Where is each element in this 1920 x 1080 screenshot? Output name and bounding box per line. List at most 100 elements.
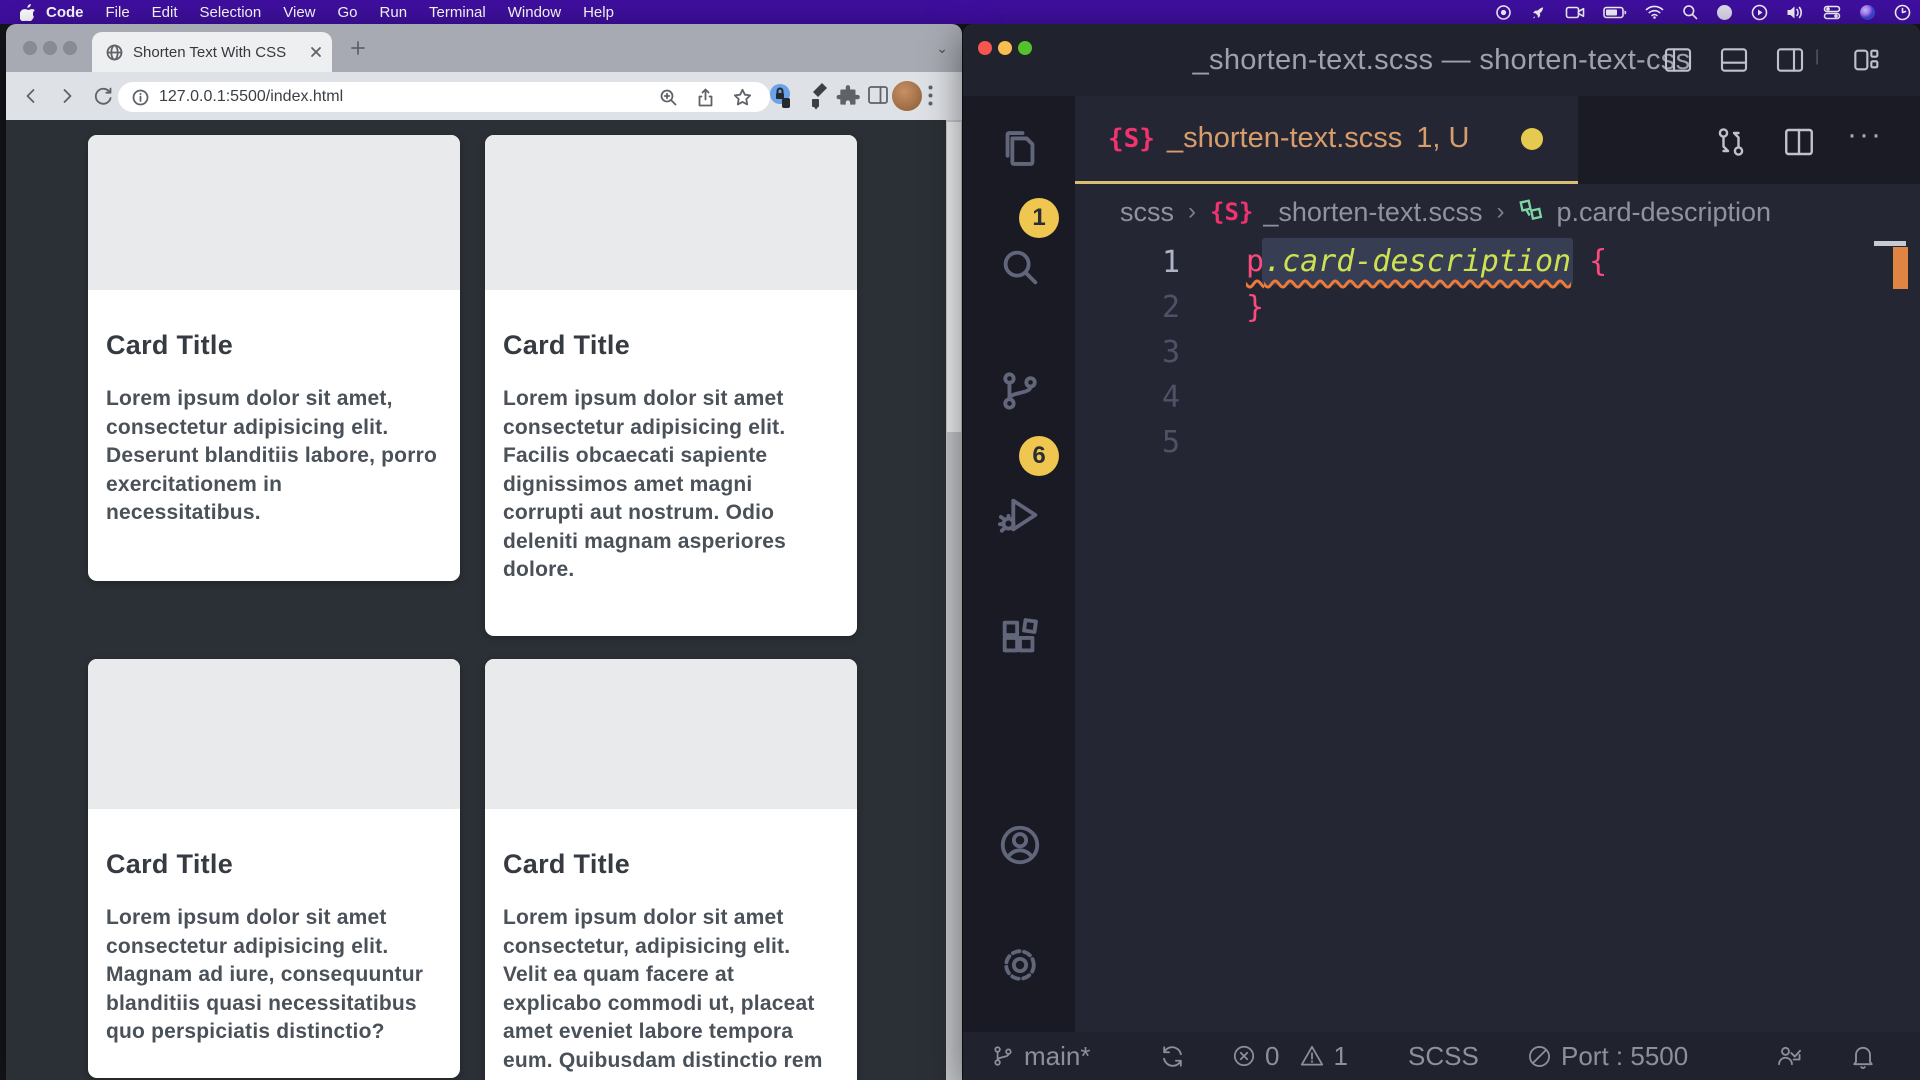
- avatar[interactable]: [892, 81, 922, 111]
- card-4: Card Title Lorem ipsum dolor sit amet co…: [485, 659, 857, 1080]
- browser-tab[interactable]: Shorten Text With CSS: [92, 32, 332, 72]
- editor-group: {S} _shorten-text.scss 1, U ··· scss › {…: [1075, 96, 1920, 1032]
- feedback-icon[interactable]: [1775, 1032, 1803, 1080]
- status-bar: main* 0 1 SCSS Port : 5500: [963, 1032, 1920, 1080]
- share-icon[interactable]: [696, 88, 715, 107]
- sidebar-icon[interactable]: [866, 83, 890, 107]
- overview-ruler-warning-marker: [1893, 247, 1908, 289]
- branch-icon: [990, 1043, 1016, 1069]
- menu-view[interactable]: View: [272, 4, 326, 21]
- toggle-panel-icon[interactable]: [1717, 44, 1751, 76]
- scrollbar-thumb[interactable]: [947, 122, 961, 432]
- problems-item[interactable]: 0 1: [1231, 1032, 1348, 1080]
- notifications-bell-icon[interactable]: [1849, 1032, 1877, 1080]
- back-icon[interactable]: [20, 85, 42, 107]
- card-1-image-placeholder: [88, 135, 460, 290]
- extensions-icon[interactable]: [997, 614, 1043, 660]
- line-number: 3: [1075, 335, 1180, 370]
- siri-icon[interactable]: [1859, 4, 1876, 21]
- toggle-secondary-sidebar-icon[interactable]: [1773, 44, 1807, 76]
- control-center-icon[interactable]: [1823, 5, 1841, 20]
- new-tab-button[interactable]: [348, 38, 368, 58]
- account-icon[interactable]: [997, 822, 1043, 868]
- dnd-icon[interactable]: [1716, 4, 1733, 21]
- customize-layout-icon[interactable]: [1849, 44, 1883, 76]
- error-count: 0: [1265, 1041, 1279, 1072]
- sync-icon[interactable]: [1159, 1032, 1186, 1080]
- globe-favicon-icon: [106, 44, 123, 61]
- camera-icon[interactable]: [1565, 5, 1585, 20]
- volume-icon[interactable]: [1786, 5, 1805, 20]
- star-icon[interactable]: [733, 88, 752, 107]
- card-2-image-placeholder: [485, 135, 857, 290]
- play-circle-icon[interactable]: [1751, 4, 1768, 21]
- reload-icon[interactable]: [92, 85, 114, 107]
- git-branch-item[interactable]: main*: [990, 1032, 1090, 1080]
- card-2: Card Title Lorem ipsum dolor sit amet co…: [485, 135, 857, 636]
- split-editor-icon[interactable]: [1781, 124, 1817, 160]
- zoom-window-button[interactable]: [63, 41, 77, 55]
- url-text[interactable]: 127.0.0.1:5500/index.html: [159, 88, 659, 106]
- address-bar[interactable]: 127.0.0.1:5500/index.html: [118, 82, 770, 112]
- settings-gear-icon[interactable]: [997, 942, 1043, 988]
- menu-dots-icon[interactable]: [928, 85, 933, 106]
- menu-run[interactable]: Run: [369, 4, 419, 21]
- language-mode[interactable]: SCSS: [1408, 1032, 1479, 1080]
- tab-strip-chevron-icon[interactable]: ⌄: [936, 40, 948, 57]
- open-brace-token: {: [1571, 244, 1607, 279]
- live-server-port[interactable]: Port : 5500: [1526, 1032, 1688, 1080]
- overview-ruler-cursor-marker: [1874, 241, 1906, 246]
- editor-tab[interactable]: {S} _shorten-text.scss 1, U: [1075, 96, 1578, 184]
- menu-terminal[interactable]: Terminal: [418, 4, 497, 21]
- card-4-description: Lorem ipsum dolor sit amet consectetur, …: [503, 904, 835, 1075]
- unsaved-dot-icon[interactable]: [1521, 128, 1543, 150]
- search-icon[interactable]: [1682, 4, 1698, 20]
- lock-extension-icon[interactable]: [768, 82, 794, 110]
- breadcrumbs: scss › {S} _shorten-text.scss › p.card-d…: [1075, 184, 1920, 240]
- forward-icon[interactable]: [56, 85, 78, 107]
- browser-viewport: Card Title Lorem ipsum dolor sit amet, c…: [6, 120, 962, 1080]
- line-number: 2: [1075, 290, 1180, 325]
- eyedropper-icon[interactable]: [806, 80, 830, 110]
- rocket-icon[interactable]: [1530, 4, 1547, 21]
- toggle-primary-sidebar-icon[interactable]: [1661, 44, 1695, 76]
- run-debug-icon[interactable]: [997, 492, 1043, 538]
- menu-help[interactable]: Help: [572, 4, 625, 21]
- extensions-puzzle-icon[interactable]: [836, 83, 862, 109]
- menu-edit[interactable]: Edit: [141, 4, 189, 21]
- card-3-description: Lorem ipsum dolor sit amet consectetur a…: [106, 904, 438, 1047]
- clock-icon[interactable]: [1894, 4, 1911, 21]
- code-editor[interactable]: 1 p.card-description { 2 } 3 4 5: [1075, 240, 1920, 1032]
- close-tab-icon[interactable]: [310, 46, 322, 58]
- menu-selection[interactable]: Selection: [189, 4, 273, 21]
- wifi-icon[interactable]: [1645, 5, 1664, 19]
- symbol-class-icon: [1518, 198, 1546, 226]
- editor-tab-bar: {S} _shorten-text.scss 1, U ···: [1075, 96, 1920, 184]
- record-icon[interactable]: [1495, 4, 1512, 21]
- battery-icon[interactable]: [1603, 6, 1627, 19]
- search-icon[interactable]: [997, 244, 1043, 290]
- menu-file[interactable]: File: [95, 4, 141, 21]
- apple-menu-icon[interactable]: [20, 4, 35, 21]
- browser-scrollbar[interactable]: [946, 120, 962, 1080]
- open-changes-icon[interactable]: [1713, 124, 1749, 160]
- more-actions-icon[interactable]: ···: [1847, 118, 1883, 152]
- vscode-title-bar: _shorten-text.scss — shorten-text-css |: [963, 24, 1920, 96]
- browser-window: Shorten Text With CSS ⌄ 127.0.0.1:5500/i…: [6, 24, 962, 1080]
- menu-app-name[interactable]: Code: [35, 4, 95, 21]
- source-control-icon[interactable]: [997, 368, 1043, 414]
- explorer-icon[interactable]: [997, 126, 1043, 172]
- breadcrumb-folder[interactable]: scss: [1120, 197, 1174, 228]
- breadcrumb-file[interactable]: _shorten-text.scss: [1263, 197, 1482, 228]
- minimize-window-button[interactable]: [43, 41, 57, 55]
- menu-go[interactable]: Go: [327, 4, 369, 21]
- warnings-icon: [1299, 1043, 1325, 1069]
- card-1-title: Card Title: [106, 330, 438, 361]
- source-control-badge: 6: [1019, 436, 1059, 476]
- breadcrumb-symbol[interactable]: p.card-description: [1556, 197, 1771, 228]
- menu-window[interactable]: Window: [497, 4, 572, 21]
- site-info-icon[interactable]: [132, 89, 149, 106]
- zoom-icon[interactable]: [659, 88, 678, 107]
- line-number: 5: [1075, 425, 1180, 460]
- close-window-button[interactable]: [23, 41, 37, 55]
